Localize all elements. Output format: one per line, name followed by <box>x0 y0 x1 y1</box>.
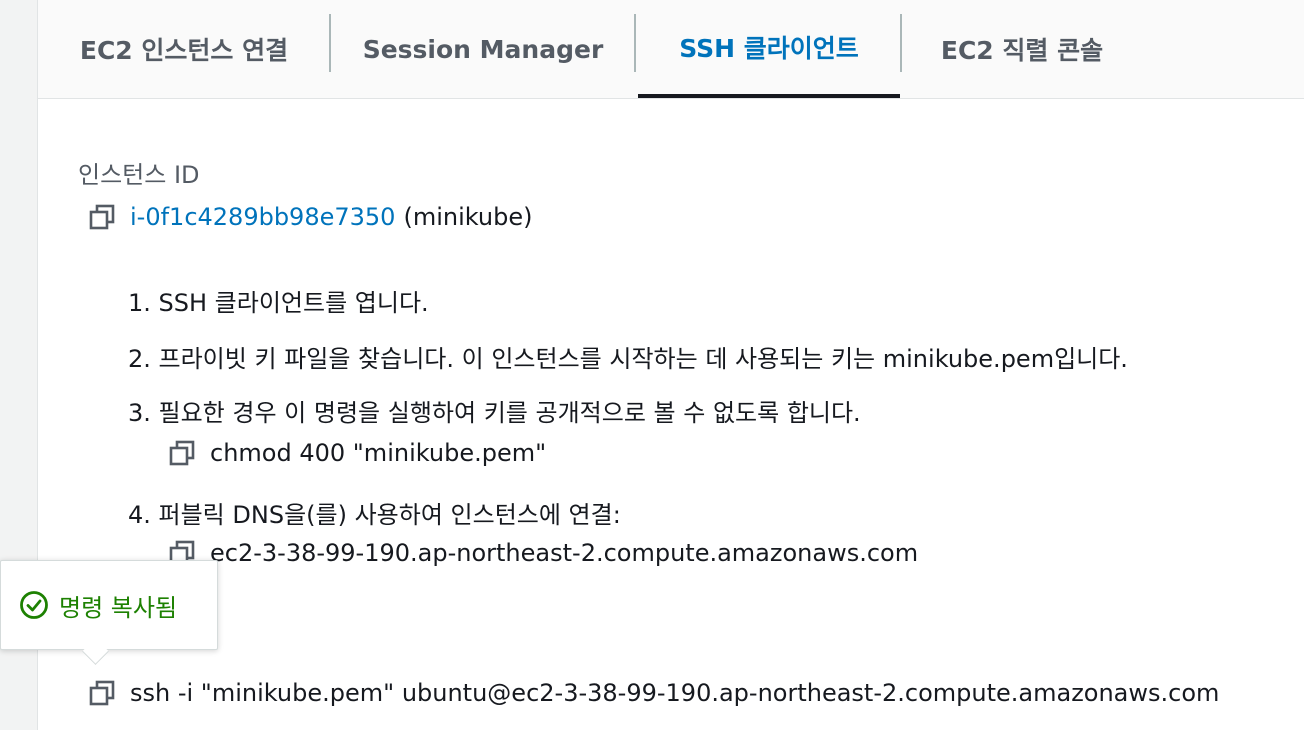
ssh-command-row: ssh -i "minikube.pem" ubuntu@ec2-3-38-99… <box>88 679 1219 707</box>
tab-ec2-instance-connect[interactable]: EC2 인스턴스 연결 <box>38 0 330 98</box>
tab-session-manager[interactable]: Session Manager <box>331 0 635 98</box>
ssh-command: ssh -i "minikube.pem" ubuntu@ec2-3-38-99… <box>130 679 1220 707</box>
chmod-command: chmod 400 "minikube.pem" <box>210 439 547 467</box>
tab-divider <box>634 14 636 72</box>
copy-icon[interactable] <box>88 203 116 231</box>
step-2: 2. 프라이빗 키 파일을 찾습니다. 이 인스턴스를 시작하는 데 사용되는 … <box>128 345 1128 373</box>
public-dns-row: ec2-3-38-99-190.ap-northeast-2.compute.a… <box>168 539 918 567</box>
step-3: 3. 필요한 경우 이 명령을 실행하여 키를 공개적으로 볼 수 없도록 합니… <box>128 399 861 427</box>
public-dns: ec2-3-38-99-190.ap-northeast-2.compute.a… <box>210 539 919 567</box>
instance-id-row: i-0f1c4289bb98e7350 (minikube) <box>88 203 532 231</box>
ssh-client-panel: 인스턴스 ID i-0f1c4289bb98e7350 (minikube) 1… <box>38 99 1304 730</box>
check-circle-icon <box>19 590 49 620</box>
instance-name: (minikube) <box>403 203 533 231</box>
copied-message: 명령 복사됨 <box>59 593 178 622</box>
copy-icon[interactable] <box>88 679 116 707</box>
copy-icon[interactable] <box>168 439 196 467</box>
instance-id-link[interactable]: i-0f1c4289bb98e7350 <box>130 203 395 231</box>
tab-ssh-client[interactable]: SSH 클라이언트 <box>638 0 900 98</box>
copied-popover: 명령 복사됨 <box>0 560 218 650</box>
chmod-command-row: chmod 400 "minikube.pem" <box>168 439 546 467</box>
tab-ec2-serial-console[interactable]: EC2 직렬 콘솔 <box>902 0 1142 98</box>
step-1: 1. SSH 클라이언트를 엽니다. <box>128 289 429 317</box>
step-4: 4. 퍼블릭 DNS을(를) 사용하여 인스턴스에 연결: <box>128 501 621 529</box>
instance-id-label: 인스턴스 ID <box>78 161 200 189</box>
connect-tabs: EC2 인스턴스 연결 Session Manager SSH 클라이언트 EC… <box>38 0 1304 99</box>
